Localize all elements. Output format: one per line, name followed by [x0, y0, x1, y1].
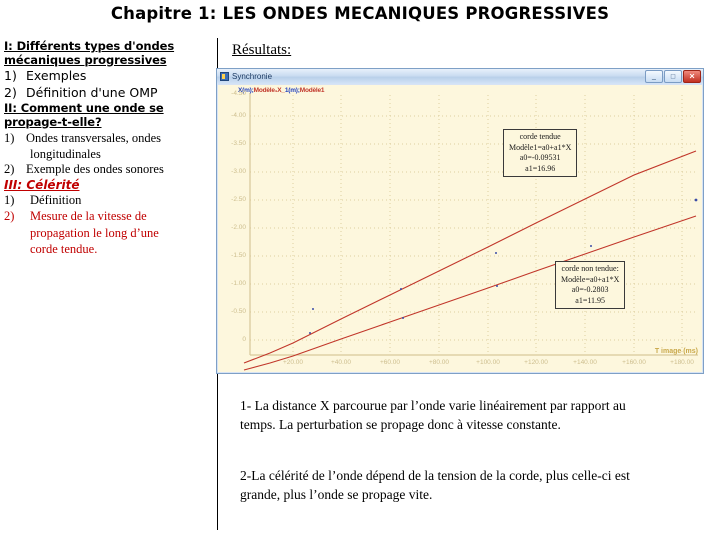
outline-item-number: 1) [4, 131, 15, 145]
model-annotation-line: a1=16.96 [525, 163, 556, 173]
maximize-button[interactable]: □ [664, 70, 682, 83]
model-annotation-line: corde non tendue: [561, 264, 619, 273]
outline-item: 2) Mesure de la vitesse de [4, 208, 210, 225]
outline-item-label: Mesure de la vitesse de [30, 209, 147, 223]
y-axis-tick: -1.00 [231, 280, 246, 287]
outline-item: 2) Définition d'une OMP [4, 84, 210, 101]
outline-item: 2) Exemple des ondes sonores [4, 162, 210, 178]
page-title: Chapitre 1: LES ONDES MECANIQUES PROGRES… [110, 4, 610, 23]
window-title: Synchronie [232, 72, 273, 81]
x-axis-tick: +20.00 [282, 359, 304, 366]
model-annotation-line: corde tendue [519, 132, 561, 141]
y-axis-tick: -3.00 [231, 168, 246, 175]
application-icon [220, 72, 229, 81]
model-annotation-line: Modèle1=a0+a1*X [509, 142, 572, 152]
outline-item-continuation: corde tendue. [30, 242, 98, 256]
y-axis-tick: -4.00 [231, 112, 246, 119]
x-axis-tick: +80.00 [428, 359, 450, 366]
outline-item-number: 2) [4, 209, 15, 223]
outline-item: 1) Exemples [4, 67, 210, 84]
minimize-button[interactable]: _ [645, 70, 663, 83]
x-axis-tick: +180.00 [670, 359, 694, 366]
model-annotation-box: corde non tendue: Modèle=a0+a1*X a0=-0.2… [555, 261, 626, 309]
conclusion-paragraph-2: 2-La célérité de l’onde dépend de la ten… [240, 468, 630, 502]
synchronie-window[interactable]: Synchronie _ □ ✕ X(m);Modèle₁X_1(m);Modè… [216, 68, 704, 374]
outline-item-number: 2) [4, 162, 15, 176]
outline-heading-1-line2: mécaniques progressives [4, 52, 167, 67]
y-axis-tick: -2.50 [231, 196, 246, 203]
results-heading: Résultats: [232, 42, 292, 58]
x-axis-tick: +120.00 [524, 359, 548, 366]
close-button[interactable]: ✕ [683, 70, 701, 83]
y-axis-tick: -2.00 [231, 224, 246, 231]
outline-item: 1) Ondes transversales, ondes [4, 131, 210, 147]
legend-entry: Modèle1 [299, 87, 325, 94]
model-annotation-line: a1=11.95 [575, 295, 606, 305]
model-annotation-box: corde tendue Modèle1=a0+a1*X a0=-0.09531… [503, 129, 578, 177]
x-axis-tick: +140.00 [573, 359, 597, 366]
outline-item-label: Exemple des ondes sonores [26, 162, 164, 176]
window-titlebar[interactable]: Synchronie _ □ ✕ [217, 69, 703, 84]
minimize-icon: _ [652, 73, 656, 80]
y-axis-tick: -1.50 [231, 252, 246, 259]
x-axis-tick: +100.00 [476, 359, 500, 366]
outline-item: 1) Définition [4, 193, 210, 209]
outline-item-label: Ondes transversales, ondes [26, 131, 162, 145]
outline-item-continuation: propagation le long d’une [30, 225, 159, 240]
outline-item-number: 1) [4, 68, 17, 83]
model-annotation-line: a0=-0.2803 [571, 285, 609, 294]
x-axis-tick: +60.00 [379, 359, 401, 366]
chart-legend: X(m);Modèle₁X_1(m);Modèle1 [238, 87, 325, 94]
chart-plot [243, 93, 698, 371]
close-icon: ✕ [689, 73, 695, 80]
outline-heading-3: III: Célérité [4, 177, 80, 192]
x-axis-label: T image (ms) [654, 348, 698, 355]
maximize-icon: □ [670, 73, 676, 80]
x-axis-tick: +160.00 [622, 359, 646, 366]
y-axis-tick: -3.50 [231, 140, 246, 147]
outline-item-label: Définition d'une OMP [26, 85, 158, 100]
legend-entry: 1(m); [284, 87, 300, 94]
outline-panel: I: Différents types d'ondes mécaniques p… [4, 39, 210, 258]
outline-heading-2-line1: II: Comment une onde se [4, 101, 164, 115]
y-axis-tick: -0.50 [231, 308, 246, 315]
model-annotation-line: a0=-0.09531 [519, 153, 561, 162]
model-annotation-line: Modèle=a0+a1*X [561, 274, 620, 284]
chart-canvas[interactable]: X(m);Modèle₁X_1(m);Modèle1 -4.50 -4.00 -… [218, 85, 702, 372]
outline-item-number: 1) [4, 192, 15, 207]
outline-heading-1-line1: I: Différents types d'ondes [4, 39, 175, 53]
outline-item-number: 2) [4, 85, 17, 100]
x-axis-tick: +40.00 [330, 359, 352, 366]
y-axis-tick: -4.50 [231, 90, 246, 97]
conclusion-paragraph-1: 1- La distance X parcourue par l’onde va… [240, 398, 626, 432]
outline-item-continuation: longitudinales [30, 146, 101, 161]
outline-item-label: Exemples [26, 68, 87, 83]
outline-heading-2-line2: propage-t-elle? [4, 114, 102, 129]
outline-item-label: Définition [30, 192, 82, 207]
legend-entry: Modèle₁X_ [253, 87, 285, 94]
y-axis-tick: 0 [242, 336, 246, 343]
